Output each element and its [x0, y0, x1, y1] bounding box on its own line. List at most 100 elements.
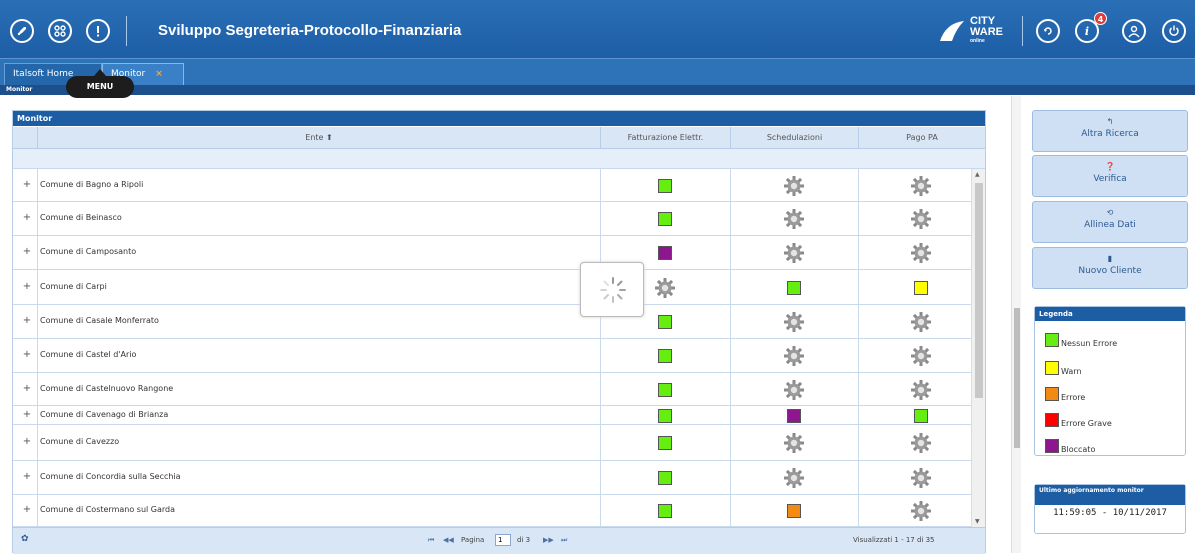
expand-row-icon[interactable]: + — [19, 409, 35, 420]
help-icon: ❓ — [1105, 162, 1115, 171]
table-row[interactable]: + Comune di Castelnuovo Rangone — [13, 373, 971, 406]
status-green-indicator[interactable] — [658, 349, 672, 363]
status-pending-gear-icon — [910, 500, 932, 522]
table-row[interactable]: + Comune di Concordia sulla Secchia — [13, 461, 971, 495]
ente-name: Comune di Costermano sul Garda — [40, 505, 176, 514]
cityware-logo: CITY WARE online — [938, 14, 1012, 48]
legend-title: Legenda — [1035, 307, 1185, 321]
status-green-indicator[interactable] — [787, 280, 801, 295]
app-title: Sviluppo Segreteria-Protocollo-Finanziar… — [158, 22, 462, 39]
expand-col-header — [13, 127, 37, 149]
page-input[interactable] — [495, 534, 511, 546]
table-row[interactable]: + Comune di Carpi — [13, 270, 971, 305]
status-pending-gear-icon — [783, 432, 805, 454]
col-header-schedulazioni[interactable]: Schedulazioni — [730, 127, 858, 149]
grid-scroll-thumb[interactable] — [975, 183, 983, 398]
last-update-title: Ultimo aggiornamento monitor — [1035, 485, 1185, 505]
expand-row-icon[interactable]: + — [19, 212, 35, 223]
table-row[interactable]: + Comune di Cavezzo — [13, 425, 971, 461]
col-header-pago-pa[interactable]: Pago PA — [858, 127, 985, 149]
ente-name: Comune di Casale Monferrato — [40, 316, 159, 325]
ente-name: Comune di Camposanto — [40, 247, 137, 256]
user-icon[interactable] — [1122, 19, 1146, 43]
header-divider-right — [1022, 16, 1023, 46]
ente-name: Comune di Bagno a Ripoli — [40, 179, 144, 189]
legend-label: Errore Grave — [1061, 419, 1112, 428]
status-pending-gear-icon — [910, 242, 932, 264]
gear-icon[interactable]: ✿ — [21, 534, 29, 544]
status-pending-gear-icon — [783, 208, 805, 230]
status-green-indicator[interactable] — [658, 436, 672, 450]
ente-name: Comune di Castel d'Ario — [40, 350, 137, 359]
sync-icon: ⟲ — [1106, 208, 1114, 217]
rocket-icon[interactable] — [10, 19, 34, 43]
records-summary: Visualizzati 1 - 17 di 35 — [853, 536, 935, 544]
last-page-icon[interactable]: ⏭ — [561, 536, 567, 545]
legend-swatch — [1045, 413, 1059, 427]
scroll-down-icon[interactable]: ▼ — [975, 518, 980, 525]
next-page-icon[interactable]: ▶▶ — [543, 536, 554, 544]
status-orange-indicator[interactable] — [787, 504, 801, 518]
status-purple-indicator[interactable] — [787, 408, 801, 423]
info-icon[interactable] — [86, 19, 110, 43]
expand-row-icon[interactable]: + — [19, 315, 35, 326]
allinea-dati-button[interactable]: ⟲ Allinea Dati — [1032, 201, 1188, 243]
expand-row-icon[interactable]: + — [19, 281, 35, 292]
table-row[interactable]: + Comune di Bagno a Ripoli — [13, 169, 971, 202]
menu-tooltip: MENU — [66, 69, 134, 98]
apps-grid-icon[interactable] — [48, 19, 72, 43]
first-page-icon[interactable]: ⏮ — [428, 536, 434, 545]
status-pending-gear-icon — [910, 345, 932, 367]
power-icon[interactable] — [1162, 19, 1186, 43]
status-green-indicator[interactable] — [658, 382, 672, 397]
refresh-icon[interactable] — [1036, 19, 1060, 43]
expand-row-icon[interactable]: + — [19, 383, 35, 394]
status-green-indicator[interactable] — [658, 471, 672, 485]
scroll-up-icon[interactable]: ▲ — [975, 171, 980, 178]
expand-row-icon[interactable]: + — [19, 436, 35, 447]
document-icon: ▮ — [1107, 254, 1113, 263]
status-yellow-indicator[interactable] — [914, 280, 928, 295]
status-green-indicator[interactable] — [658, 178, 672, 193]
legend-panel: Legenda Nessun Errore Warn Errore Errore Gr… — [1034, 306, 1186, 456]
ente-name: Comune di Castelnuovo Rangone — [40, 383, 174, 393]
header-divider — [126, 16, 127, 46]
ente-name: Comune di Carpi — [40, 281, 107, 291]
table-row[interactable]: + Comune di Cavenago di Brianza — [13, 406, 971, 425]
col-header-fatturazione[interactable]: Fatturazione Elettr. — [600, 127, 730, 149]
nuovo-cliente-button[interactable]: ▮ Nuovo Cliente — [1032, 247, 1188, 289]
legend-swatch — [1045, 387, 1059, 401]
expand-row-icon[interactable]: + — [19, 349, 35, 360]
table-row[interactable]: + Comune di Casale Monferrato — [13, 305, 971, 339]
filter-row[interactable] — [13, 149, 985, 169]
grid-scrollbar[interactable]: ▲ ▼ — [971, 169, 985, 527]
undo-icon: ↰ — [1106, 117, 1114, 126]
expand-row-icon[interactable]: + — [19, 471, 35, 482]
verifica-button[interactable]: ❓ Verifica — [1032, 155, 1188, 197]
col-header-ente[interactable]: Ente ⬆ — [37, 127, 600, 149]
expand-row-icon[interactable]: + — [19, 504, 35, 515]
status-green-indicator[interactable] — [658, 504, 672, 518]
table-row[interactable]: + Comune di Castel d'Ario — [13, 339, 971, 373]
status-purple-indicator[interactable] — [658, 246, 672, 260]
status-green-indicator[interactable] — [914, 408, 928, 423]
status-pending-gear-icon — [910, 208, 932, 230]
status-pending-gear-icon — [783, 379, 805, 401]
altra-ricerca-button[interactable]: ↰ Altra Ricerca — [1032, 110, 1188, 152]
status-pending-gear-icon — [783, 242, 805, 264]
prev-page-icon[interactable]: ◀◀ — [443, 536, 454, 544]
table-row[interactable]: + Comune di Beinasco — [13, 202, 971, 236]
page-scroll-thumb[interactable] — [1014, 308, 1020, 448]
close-tab-icon[interactable]: × — [155, 69, 163, 79]
loading-spinner — [580, 262, 644, 317]
status-green-indicator[interactable] — [658, 212, 672, 226]
table-row[interactable]: + Comune di Camposanto — [13, 236, 971, 270]
table-row[interactable]: + Comune di Costermano sul Garda — [13, 495, 971, 527]
page-scrollbar[interactable] — [1011, 96, 1021, 553]
status-green-indicator[interactable] — [658, 408, 672, 423]
status-pending-gear-icon — [783, 311, 805, 333]
expand-row-icon[interactable]: + — [19, 246, 35, 257]
ente-name: Comune di Cavezzo — [40, 437, 120, 446]
status-green-indicator[interactable] — [658, 315, 672, 329]
expand-row-icon[interactable]: + — [19, 179, 35, 190]
